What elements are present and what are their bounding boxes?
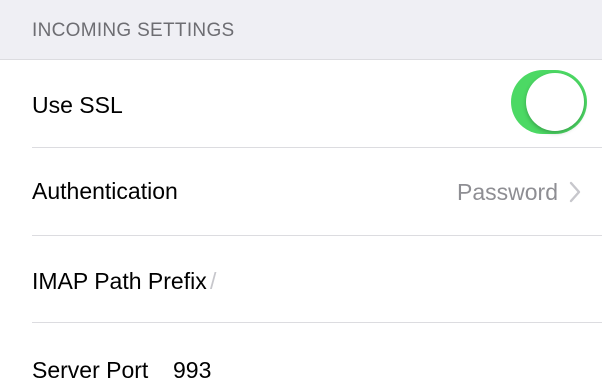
authentication-row[interactable]: Authentication Password	[0, 148, 602, 236]
use-ssl-toggle[interactable]	[511, 70, 587, 134]
authentication-label: Authentication	[32, 178, 178, 204]
server-port-row: Server Port 993	[0, 323, 602, 383]
incoming-settings-screen: INCOMING SETTINGS Use SSL Authentication…	[0, 0, 602, 383]
imap-path-prefix-label: IMAP Path Prefix	[32, 268, 207, 294]
toggle-knob	[526, 73, 584, 131]
use-ssl-row: Use SSL	[0, 60, 602, 148]
chevron-right-icon	[569, 181, 581, 203]
server-port-label: Server Port	[32, 357, 149, 383]
authentication-value: Password	[457, 179, 558, 205]
imap-path-prefix-field[interactable]: /	[210, 268, 216, 295]
server-port-field[interactable]: 993	[173, 357, 211, 383]
use-ssl-label: Use SSL	[32, 92, 123, 118]
section-header: INCOMING SETTINGS	[0, 0, 602, 60]
section-header-title: INCOMING SETTINGS	[32, 20, 235, 41]
imap-path-prefix-row: IMAP Path Prefix /	[0, 236, 602, 323]
